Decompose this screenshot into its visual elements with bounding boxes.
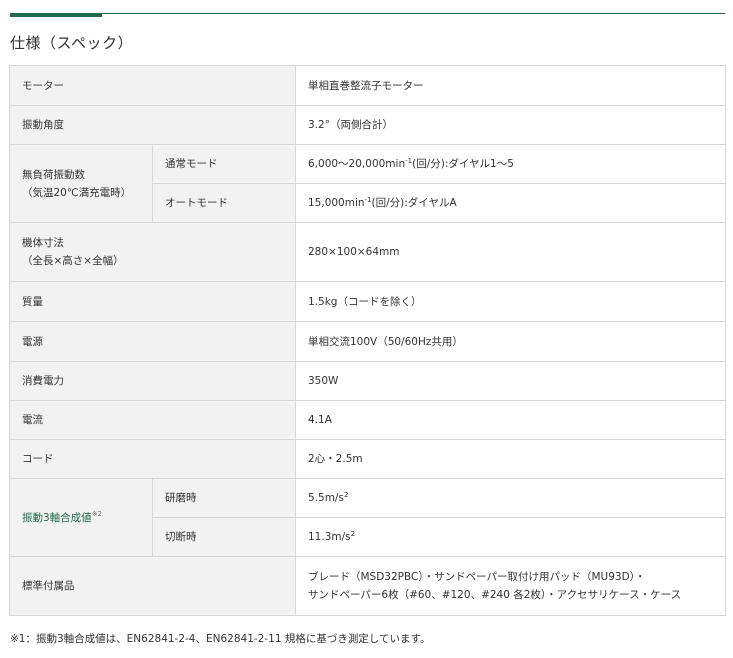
table-row: 質量 1.5kg（コードを除く）: [9, 281, 726, 322]
row-label-current: 電流: [9, 400, 296, 440]
vibration-label: 振動3軸合成値: [22, 511, 92, 524]
table-row: コード 2心・2.5m: [9, 439, 726, 479]
row-value-normal-mode: 6,000～20,000min-1(回/分):ダイヤル1～5: [295, 144, 726, 184]
grinding-value-sup: 2: [343, 491, 349, 499]
no-load-label-line1: 無負荷振動数: [22, 168, 85, 181]
row-label-motor: モーター: [9, 65, 296, 106]
footnote: ※1：振動3軸合成値は、EN62841-2-4、EN62841-2-11 規格に…: [10, 633, 431, 645]
table-row: 電源 単相交流100V（50/60Hz共用）: [9, 321, 726, 362]
cutting-value-sup: 2: [350, 530, 356, 538]
sub-label-normal-mode: 通常モード: [152, 144, 296, 184]
table-row: 消費電力 350W: [9, 361, 726, 401]
table-row: 振動角度 3.2°（両側合計）: [9, 105, 726, 145]
row-label-cord: コード: [9, 439, 296, 479]
top-divider-accent: [10, 13, 102, 17]
row-value-dimensions: 280×100×64mm: [295, 222, 726, 282]
dimensions-label-line2: （全長×高さ×全幅）: [22, 255, 124, 267]
table-row: モーター 単相直巻整流子モーター: [9, 65, 726, 106]
row-value-consumption: 350W: [295, 361, 726, 401]
accessories-value-line2: サンドペーパー6枚（#60、#120、#240 各2枚）・アクセサリケース・ケー…: [308, 589, 682, 601]
table-row: 電流 4.1A: [9, 400, 726, 440]
row-value-accessories: ブレード（MSD32PBC）・サンドペーパー取付け用パッド（MU93D）・ サン…: [295, 556, 726, 616]
row-value-mass: 1.5kg（コードを除く）: [295, 281, 726, 322]
row-label-angle: 振動角度: [9, 105, 296, 145]
auto-mode-value-prefix: 15,000min: [308, 197, 365, 209]
table-row: 無負荷振動数 （気温20℃満充電時） 通常モード 6,000～20,000min…: [9, 144, 726, 223]
row-label-power-source: 電源: [9, 321, 296, 362]
sub-label-cutting: 切断時: [152, 517, 296, 557]
row-label-mass: 質量: [9, 281, 296, 322]
auto-mode-value-suffix: (回/分):ダイヤルA: [371, 197, 457, 209]
row-label-accessories: 標準付属品: [9, 556, 296, 616]
no-load-label-line2: （気温20℃満充電時）: [22, 186, 132, 199]
normal-mode-value-prefix: 6,000～20,000min: [308, 158, 406, 170]
top-divider-line: [10, 13, 725, 14]
vibration-note-mark: ※2: [91, 509, 103, 518]
row-value-grinding: 5.5m/s2: [295, 478, 726, 518]
section-title: 仕様（スペック）: [10, 34, 133, 52]
table-row: 機体寸法 （全長×高さ×全幅） 280×100×64mm: [9, 222, 726, 282]
row-label-dimensions: 機体寸法 （全長×高さ×全幅）: [9, 222, 296, 282]
row-label-consumption: 消費電力: [9, 361, 296, 401]
row-value-angle: 3.2°（両側合計）: [295, 105, 726, 145]
sub-label-auto-mode: オートモード: [152, 183, 296, 223]
row-value-motor: 単相直巻整流子モーター: [295, 65, 726, 106]
spec-table: モーター 単相直巻整流子モーター 振動角度 3.2°（両側合計） 無負荷振動数 …: [9, 65, 726, 616]
dimensions-label-line1: 機体寸法: [22, 237, 64, 249]
row-value-auto-mode: 15,000min-1(回/分):ダイヤルA: [295, 183, 726, 223]
row-value-cutting: 11.3m/s2: [295, 517, 726, 557]
row-label-vibration: 振動3軸合成値※2: [9, 478, 153, 557]
normal-mode-value-suffix: (回/分):ダイヤル1～5: [412, 158, 514, 170]
row-value-cord: 2心・2.5m: [295, 439, 726, 479]
table-row: 振動3軸合成値※2 研磨時 5.5m/s2: [9, 478, 726, 557]
auto-mode-value-sup: -1: [364, 196, 372, 204]
row-value-power-source: 単相交流100V（50/60Hz共用）: [295, 321, 726, 362]
row-label-no-load: 無負荷振動数 （気温20℃満充電時）: [9, 144, 153, 223]
grinding-value-prefix: 5.5m/s: [308, 492, 344, 504]
row-value-current: 4.1A: [295, 400, 726, 440]
cutting-value-prefix: 11.3m/s: [308, 531, 351, 543]
sub-label-grinding: 研磨時: [152, 478, 296, 518]
accessories-value-line1: ブレード（MSD32PBC）・サンドペーパー取付け用パッド（MU93D）・: [308, 571, 646, 583]
table-row: 標準付属品 ブレード（MSD32PBC）・サンドペーパー取付け用パッド（MU93…: [9, 556, 726, 616]
